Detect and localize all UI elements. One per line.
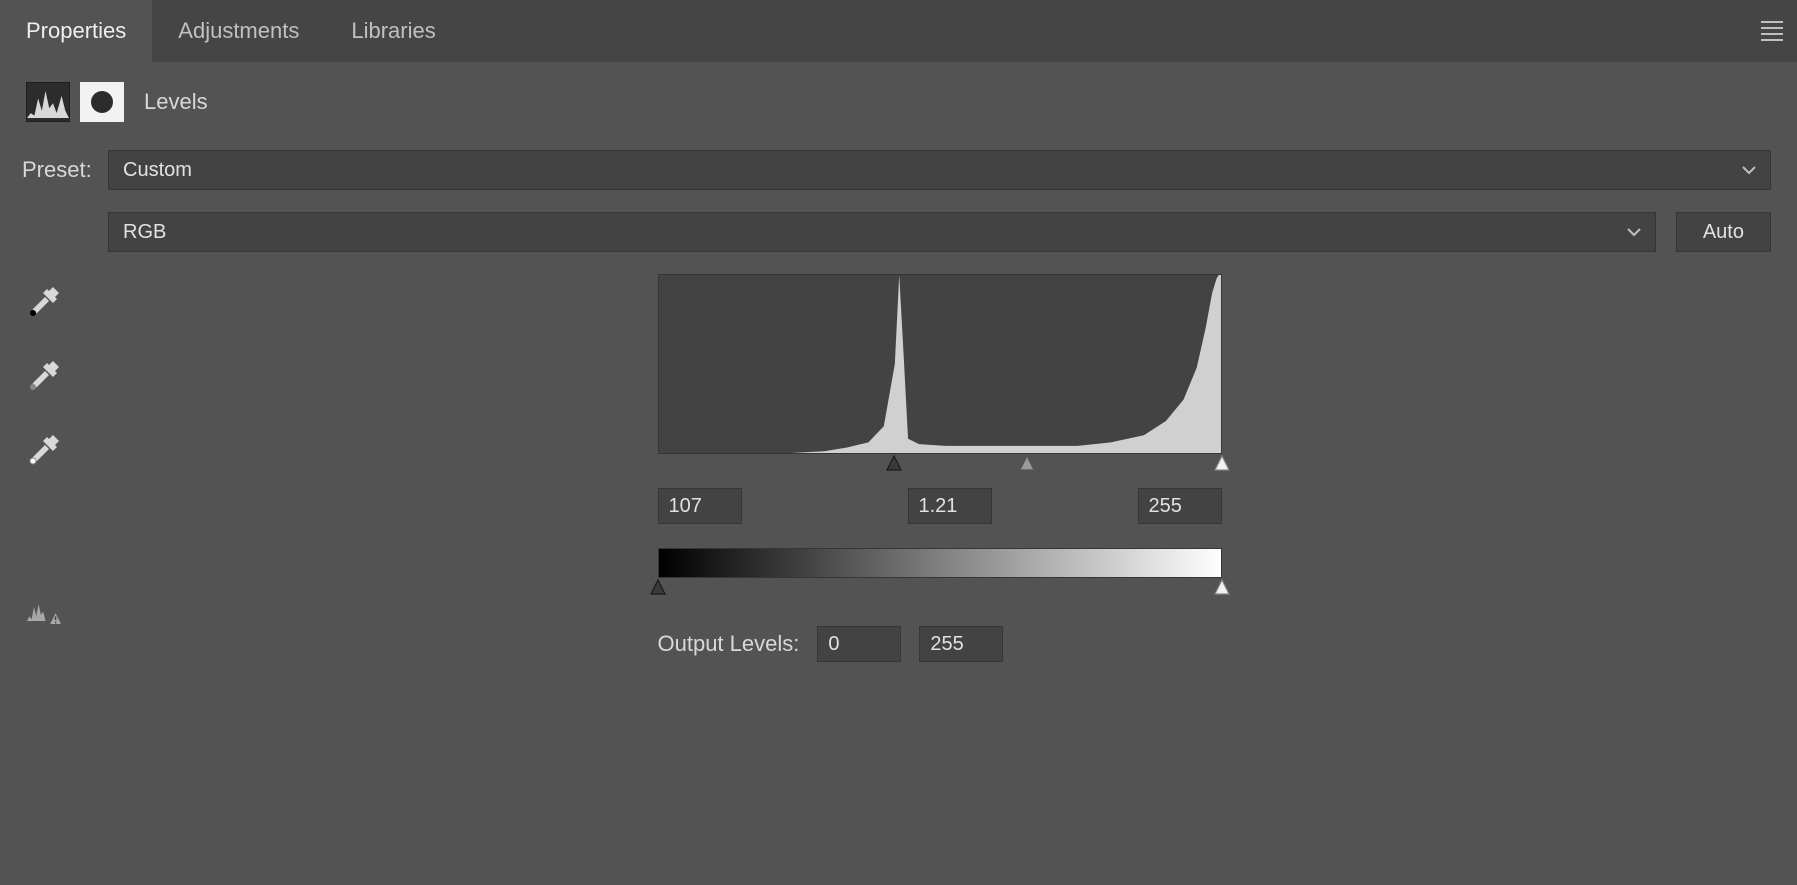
midtone-input[interactable] xyxy=(908,488,992,524)
tab-libraries[interactable]: Libraries xyxy=(325,0,461,62)
input-levels-row xyxy=(658,488,1222,524)
output-levels-row: Output Levels: xyxy=(658,626,1222,662)
chevron-down-icon xyxy=(1627,227,1641,237)
chevron-down-icon xyxy=(1742,165,1756,175)
output-high-thumb[interactable] xyxy=(1213,578,1231,596)
shadow-slider-thumb[interactable] xyxy=(885,454,903,472)
histogram[interactable] xyxy=(658,274,1222,454)
highlight-slider-thumb[interactable] xyxy=(1213,454,1231,472)
output-slider-track xyxy=(658,578,1222,600)
panel-menu-button[interactable] xyxy=(1747,0,1797,62)
layer-mask-icon xyxy=(80,82,124,122)
output-levels-label: Output Levels: xyxy=(658,631,800,657)
clip-warning-button[interactable] xyxy=(22,592,66,636)
tab-properties[interactable]: Properties xyxy=(0,0,152,62)
tab-adjustments[interactable]: Adjustments xyxy=(152,0,325,62)
output-gradient[interactable] xyxy=(658,548,1222,578)
channel-row: RGB Auto xyxy=(22,212,1771,252)
channel-value: RGB xyxy=(123,221,166,244)
tab-spacer xyxy=(462,0,1747,62)
hamburger-icon xyxy=(1761,21,1783,41)
shadow-input[interactable] xyxy=(658,488,742,524)
clip-warning-icon xyxy=(27,597,61,631)
preset-row: Preset: Custom xyxy=(22,150,1771,190)
eyedropper-black-button[interactable] xyxy=(22,280,66,324)
preset-value: Custom xyxy=(123,159,192,182)
eyedropper-white-icon xyxy=(27,433,61,467)
auto-button[interactable]: Auto xyxy=(1676,212,1771,252)
panel-title: Levels xyxy=(144,89,208,115)
eyedropper-gray-icon xyxy=(27,359,61,393)
tab-bar: Properties Adjustments Libraries xyxy=(0,0,1797,62)
channel-select[interactable]: RGB xyxy=(108,212,1656,252)
preset-select[interactable]: Custom xyxy=(108,150,1771,190)
output-low-input[interactable] xyxy=(817,626,901,662)
panel-content: Preset: Custom RGB Auto xyxy=(0,140,1797,662)
eyedropper-gray-button[interactable] xyxy=(22,354,66,398)
input-slider-track xyxy=(658,454,1222,476)
eyedropper-tools xyxy=(22,274,108,662)
work-area: Output Levels: xyxy=(22,274,1771,662)
histogram-column: Output Levels: xyxy=(108,274,1771,662)
eyedropper-white-button[interactable] xyxy=(22,428,66,472)
midtone-slider-thumb[interactable] xyxy=(1018,454,1036,472)
levels-adjustment-icon xyxy=(26,82,70,122)
preset-label: Preset: xyxy=(22,157,108,183)
highlight-input[interactable] xyxy=(1138,488,1222,524)
panel-header: Levels xyxy=(0,62,1797,140)
output-low-thumb[interactable] xyxy=(649,578,667,596)
eyedropper-black-icon xyxy=(27,285,61,319)
output-high-input[interactable] xyxy=(919,626,1003,662)
